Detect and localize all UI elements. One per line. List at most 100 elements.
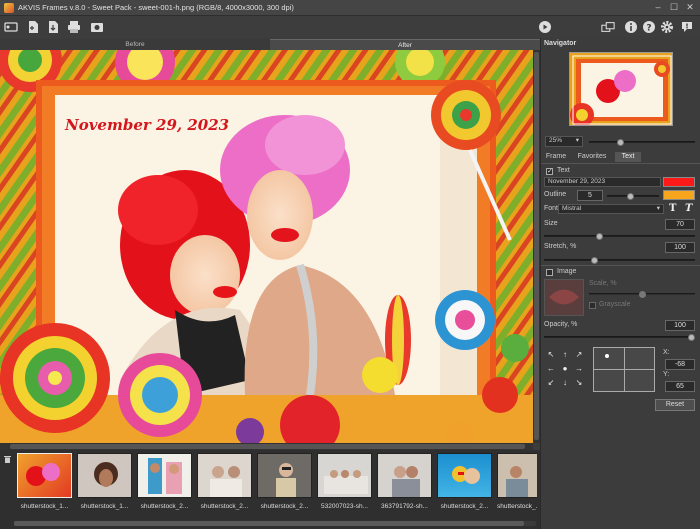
- filmstrip-scrollbar[interactable]: [14, 521, 536, 526]
- outline-value[interactable]: 5: [577, 190, 603, 201]
- canvas-date-text[interactable]: November 29, 2023: [64, 116, 229, 134]
- text-input[interactable]: November 29, 2023: [544, 177, 661, 187]
- reset-button[interactable]: Reset: [655, 399, 695, 411]
- size-value[interactable]: 70: [665, 219, 695, 230]
- thumbnail-item[interactable]: 532007023-sh...: [317, 453, 372, 515]
- thumbnail-caption: shutterstock_2...: [200, 503, 249, 510]
- image-preview[interactable]: [544, 279, 584, 316]
- image-checkbox[interactable]: [546, 269, 553, 276]
- run-icon[interactable]: [538, 20, 552, 34]
- tab-before[interactable]: Before: [0, 39, 270, 50]
- minimize-button[interactable]: –: [652, 2, 664, 13]
- font-dropdown[interactable]: Mistral ▾: [558, 204, 664, 214]
- framed-photo: November 29, 2023: [0, 50, 533, 443]
- image-canvas[interactable]: November 29, 2023: [0, 50, 533, 443]
- thumbnail-item[interactable]: shutterstock_2...: [257, 453, 312, 515]
- arrow-left-icon[interactable]: ←: [547, 365, 555, 373]
- outline-label: Outline: [544, 191, 567, 198]
- bold-icon[interactable]: T: [669, 203, 679, 214]
- zoom-dropdown[interactable]: 25% ▾: [545, 136, 583, 147]
- x-label: X:: [663, 349, 670, 356]
- arrow-down-right-icon[interactable]: ↘: [575, 379, 583, 387]
- thumbnail-caption: 532007023-sh...: [321, 503, 368, 510]
- y-value[interactable]: 65: [665, 381, 695, 392]
- opacity-value[interactable]: 100: [665, 320, 695, 331]
- thumbnail-item[interactable]: shutterstock_1...: [17, 453, 72, 515]
- thumbnail-item[interactable]: shutterstock_1...: [77, 453, 132, 515]
- scale-slider[interactable]: [589, 291, 695, 298]
- font-label: Font: [544, 205, 559, 212]
- y-label: Y:: [663, 371, 670, 378]
- arrow-down-icon[interactable]: ↓: [561, 379, 569, 387]
- thumbnail-caption: shutterstock_2...: [440, 503, 489, 510]
- thumbnail-item[interactable]: shutterstock_2...: [437, 453, 492, 515]
- title-bar: AKVIS Frames v.8.0 - Sweet Pack - sweet-…: [0, 0, 700, 16]
- stretch-value[interactable]: 100: [665, 242, 695, 253]
- x-value[interactable]: -68: [665, 359, 695, 370]
- maximize-button[interactable]: ☐: [668, 2, 680, 13]
- text-checkbox[interactable]: ✓: [546, 168, 553, 175]
- position-marker[interactable]: [605, 354, 609, 358]
- size-label: Size: [544, 220, 558, 227]
- arrow-right-icon[interactable]: →: [575, 365, 583, 373]
- thumbnail-item[interactable]: shutterstock_2...: [197, 453, 252, 515]
- print-icon[interactable]: [67, 20, 81, 34]
- zoom-slider[interactable]: [589, 139, 695, 146]
- tab-after[interactable]: After: [270, 39, 540, 50]
- thumbnail-caption: shutterstock_...: [497, 503, 537, 510]
- chevron-down-icon: ▾: [656, 205, 660, 212]
- trash-icon[interactable]: [4, 455, 11, 463]
- zoom-value: 25%: [549, 137, 563, 144]
- text-color-swatch[interactable]: [663, 177, 695, 187]
- image-section-label: Image: [557, 268, 577, 275]
- navigator-preview[interactable]: [569, 52, 673, 126]
- news-icon[interactable]: [680, 20, 694, 34]
- italic-icon[interactable]: T: [685, 203, 695, 214]
- thumbnail-item[interactable]: 363791792-sh...: [377, 453, 432, 515]
- app-logo-icon: [4, 2, 14, 13]
- thumbnail-caption: shutterstock_1...: [80, 503, 129, 510]
- view-tabs: Before After: [0, 39, 540, 50]
- arrow-up-right-icon[interactable]: ↗: [575, 351, 583, 359]
- center-dot-icon[interactable]: ●: [561, 365, 569, 373]
- vertical-scrollbar[interactable]: [533, 50, 540, 443]
- stretch-slider[interactable]: [544, 257, 695, 264]
- screens-icon[interactable]: [600, 20, 616, 34]
- opacity-slider[interactable]: [544, 334, 695, 341]
- horizontal-scrollbar[interactable]: [0, 443, 533, 450]
- help-icon[interactable]: ?: [642, 20, 656, 34]
- open-file-icon[interactable]: [26, 20, 40, 34]
- grayscale-label: Grayscale: [599, 301, 631, 308]
- toolbar: ?: [0, 16, 700, 38]
- navigator-title: Navigator: [544, 40, 577, 47]
- position-grid[interactable]: [593, 347, 655, 392]
- filmstrip: shutterstock_1... shutterstock_1... shut…: [0, 450, 540, 529]
- save-file-icon[interactable]: [46, 20, 60, 34]
- stretch-label: Stretch, %: [544, 243, 577, 250]
- home-icon[interactable]: [4, 20, 18, 34]
- tab-text[interactable]: Text: [615, 152, 641, 162]
- text-section-label: Text: [557, 167, 570, 174]
- opacity-label: Opacity, %: [544, 321, 578, 328]
- thumbnail-caption: shutterstock_2...: [140, 503, 189, 510]
- settings-gear-icon[interactable]: [660, 20, 674, 34]
- svg-text:?: ?: [646, 24, 651, 34]
- outline-slider[interactable]: [607, 193, 659, 200]
- thumbnail-caption: 363791792-sh...: [381, 503, 428, 510]
- arrow-up-icon[interactable]: ↑: [561, 351, 569, 359]
- grayscale-checkbox[interactable]: [589, 302, 596, 309]
- thumbnail-item[interactable]: shutterstock_2...: [137, 453, 192, 515]
- chevron-down-icon: ▾: [575, 137, 579, 144]
- arrow-up-left-icon[interactable]: ↖: [547, 351, 555, 359]
- thumbnail-item[interactable]: shutterstock_...: [497, 453, 537, 515]
- batch-icon[interactable]: [90, 20, 104, 34]
- info-icon[interactable]: [624, 20, 638, 34]
- thumbnail-caption: shutterstock_1...: [20, 503, 69, 510]
- close-button[interactable]: ✕: [684, 2, 696, 13]
- tab-favorites[interactable]: Favorites: [573, 152, 611, 162]
- arrow-down-left-icon[interactable]: ↙: [547, 379, 555, 387]
- tab-frame[interactable]: Frame: [543, 152, 569, 162]
- thumbnail-caption: shutterstock_2...: [260, 503, 309, 510]
- outline-color-swatch[interactable]: [663, 190, 695, 200]
- size-slider[interactable]: [544, 233, 695, 240]
